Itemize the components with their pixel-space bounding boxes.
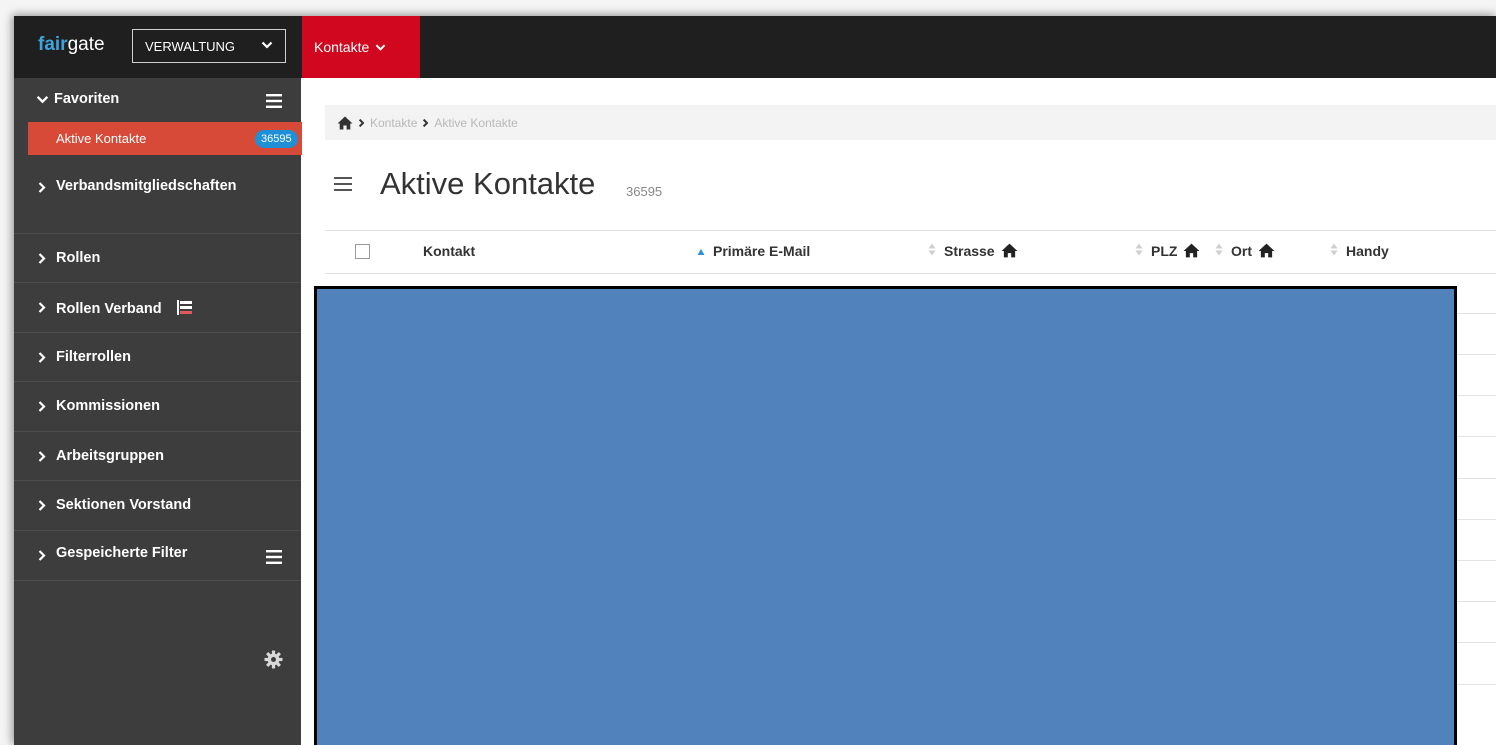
home-icon [1183,243,1200,261]
sidebar-section-label: Favoriten [54,91,120,107]
select-all-checkbox[interactable] [355,244,370,259]
chevron-right-icon [36,549,48,562]
breadcrumb-item[interactable]: Aktive Kontakte [434,116,517,130]
module-select-label: VERWALTUNG [145,38,236,54]
sort-icon [1330,243,1338,259]
federation-icon [176,299,194,320]
tab-kontakte-label: Kontakte [314,39,370,55]
column-header-label: Primäre E-Mail [713,243,811,259]
column-header-plz[interactable]: PLZ [1135,243,1200,261]
sidebar-item-sektionen-vorstand[interactable]: Sektionen Vorstand [14,481,301,531]
sidebar-item-label: Sektionen Vorstand [56,497,192,513]
sidebar-item-filterrollen[interactable]: Filterrollen [14,333,301,382]
top-navigation-bar: fairgate VERWALTUNG Kontakte [14,16,1496,78]
home-icon [1258,243,1275,261]
column-header-primaere-email[interactable]: Primäre E-Mail [697,243,810,259]
tab-kontakte[interactable]: Kontakte [302,16,420,78]
sidebar-item-label: Gespeicherte Filter [56,545,188,561]
column-header-label: Kontakt [423,243,476,259]
chevron-right-icon [36,499,48,512]
module-select[interactable]: VERWALTUNG [132,29,286,63]
chevron-right-icon [36,351,48,364]
column-header-kontakt[interactable]: Kontakt [423,243,475,259]
app-window: fairgate VERWALTUNG Kontakte Favoriten A… [14,16,1496,745]
page-title: Aktive Kontakte [380,166,596,201]
sidebar-item-label: Arbeitsgruppen [56,448,164,464]
chevron-down-icon [261,39,273,54]
column-header-label: Handy [1346,243,1389,259]
breadcrumb: Kontakte Aktive Kontakte [325,105,1496,140]
chevron-right-icon [357,118,366,128]
chevron-right-icon [36,400,48,413]
sidebar-item-kommissionen[interactable]: Kommissionen [14,382,301,432]
sidebar-item-verbandsmitgliedschaften[interactable]: Verbandsmitgliedschaften [14,155,301,234]
column-header-handy[interactable]: Handy [1330,243,1389,259]
brand-logo-prefix: fair [38,34,68,55]
chevron-right-icon [36,301,48,314]
brand-logo[interactable]: fairgate [38,34,105,56]
hamburger-icon[interactable] [266,94,282,112]
column-header-label: PLZ [1151,243,1178,259]
sidebar-item-gespeicherte-filter[interactable]: Gespeicherte Filter [14,531,301,581]
sidebar-section-favoriten[interactable]: Favoriten [14,78,301,122]
sort-icon [928,243,936,259]
redaction-overlay [314,286,1457,745]
sort-icon [1215,243,1223,259]
sidebar-item-arbeitsgruppen[interactable]: Arbeitsgruppen [14,432,301,481]
sidebar-item-aktive-kontakte[interactable]: Aktive Kontakte 36595 [28,122,302,155]
sidebar-item-label: Aktive Kontakte [56,131,147,146]
chevron-down-icon [36,93,49,106]
sidebar-item-label: Verbandsmitgliedschaften [56,178,237,194]
column-header-label: Ort [1231,243,1252,259]
table-header: Kontakt Primäre E-Mail Strasse PLZ Ort H… [325,230,1496,274]
home-icon [1001,243,1018,261]
hamburger-icon[interactable] [266,550,282,568]
column-header-label: Strasse [944,243,995,259]
chevron-down-icon [375,42,386,53]
chevron-right-icon [36,450,48,463]
sidebar-item-rollen-verband[interactable]: Rollen Verband [14,283,301,333]
sidebar-item-rollen[interactable]: Rollen [14,234,301,283]
sidebar-item-label: Rollen Verband [56,301,162,317]
sidebar-item-label: Rollen [56,250,101,266]
chevron-right-icon [36,181,48,194]
home-icon[interactable] [337,116,353,130]
sort-icon [1135,243,1143,259]
sidebar-item-label: Kommissionen [56,398,160,414]
column-header-strasse[interactable]: Strasse [928,243,1018,261]
sort-asc-icon [697,243,705,259]
count-badge: 36595 [255,130,298,148]
hamburger-icon[interactable] [334,176,352,197]
brand-logo-suffix: gate [67,34,105,55]
gear-icon[interactable] [264,650,283,674]
breadcrumb-item[interactable]: Kontakte [370,116,417,130]
sidebar-item-label: Filterrollen [56,349,131,365]
column-header-ort[interactable]: Ort [1215,243,1275,261]
page-count: 36595 [626,184,663,199]
chevron-right-icon [421,118,430,128]
sidebar: Favoriten Aktive Kontakte 36595 Verbands… [14,78,302,745]
chevron-right-icon [36,252,48,265]
sidebar-item-label-wrap: Rollen Verband [56,299,194,320]
